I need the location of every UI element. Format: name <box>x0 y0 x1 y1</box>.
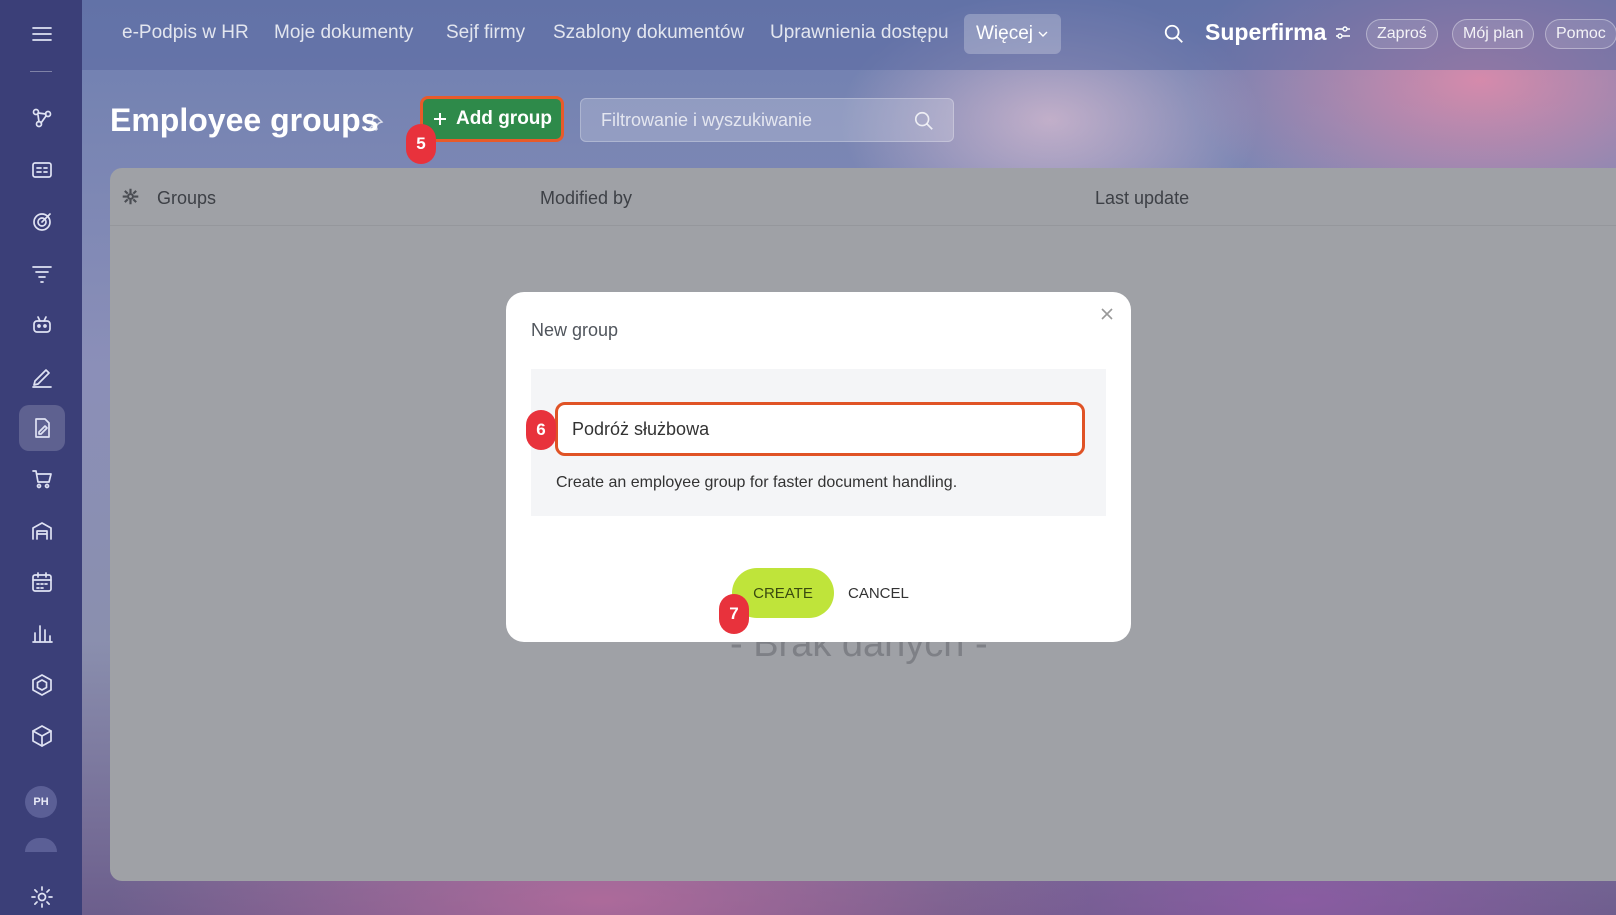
avatar-initials: PH <box>33 796 49 808</box>
calendar-icon[interactable] <box>19 559 65 605</box>
step-badge-6: 6 <box>526 410 556 450</box>
column-modified-by[interactable]: Modified by <box>540 188 632 209</box>
gear-icon[interactable] <box>19 874 65 915</box>
dialog-title: New group <box>531 320 619 340</box>
pen-icon[interactable] <box>19 354 65 400</box>
brand[interactable]: Superfirma <box>1205 19 1352 46</box>
robot-icon[interactable] <box>19 302 65 348</box>
page-title: Employee groups <box>110 102 379 138</box>
filter-placeholder: Filtrowanie i wyszukiwanie <box>601 109 813 130</box>
add-group-label: Add group <box>455 108 553 129</box>
step-badge-7: 7 <box>719 594 749 634</box>
chevron-down-icon <box>1038 31 1048 37</box>
group-name-input[interactable]: Podróż służbowa <box>555 402 1085 456</box>
avatar[interactable]: PH <box>25 786 57 818</box>
warehouse-icon[interactable] <box>19 508 65 554</box>
plus-icon <box>433 113 446 125</box>
pin-icon[interactable] <box>366 114 384 132</box>
flow-icon[interactable] <box>19 95 65 141</box>
left-sidebar: PH <box>0 0 82 915</box>
settings-sliders-icon[interactable] <box>1334 24 1352 42</box>
funnel-icon[interactable] <box>19 251 65 297</box>
my-plan-label: Mój plan <box>1463 25 1524 42</box>
search-icon[interactable] <box>1163 23 1185 45</box>
nav-item-sejf-firmy[interactable]: Sejf firmy <box>446 22 525 44</box>
avatar-partial[interactable] <box>25 838 57 852</box>
brand-name: Superfirma <box>1205 19 1327 45</box>
menu-icon[interactable] <box>19 11 65 57</box>
column-last-update[interactable]: Last update <box>1095 188 1189 209</box>
nav-more-button[interactable]: Więcej <box>964 14 1061 54</box>
box-icon[interactable] <box>19 713 65 759</box>
nav-item-uprawnienia[interactable]: Uprawnienia dostępu <box>770 22 949 44</box>
column-groups[interactable]: Groups <box>157 188 216 209</box>
nav-item-szablony[interactable]: Szablony dokumentów <box>553 22 744 44</box>
nav-more-label: Więcej <box>975 23 1033 44</box>
id-card-icon[interactable] <box>19 147 65 193</box>
cancel-label: CANCEL <box>848 584 909 602</box>
sidebar-divider <box>30 71 52 72</box>
filter-search-input[interactable]: Filtrowanie i wyszukiwanie <box>580 98 954 142</box>
table-header: Groups Modified by Last update <box>110 168 1616 226</box>
group-name-value: Podróż służbowa <box>572 418 710 439</box>
hexagon-icon[interactable] <box>19 662 65 708</box>
cart-icon[interactable] <box>19 456 65 502</box>
close-icon[interactable] <box>1099 306 1115 322</box>
new-group-dialog: New group Podróż służbowa Create an empl… <box>506 292 1131 642</box>
create-label: CREATE <box>753 584 813 602</box>
sign-document-icon[interactable] <box>19 405 65 451</box>
nav-item-moje-dokumenty[interactable]: Moje dokumenty <box>274 22 413 44</box>
invite-button[interactable]: Zaproś <box>1366 19 1438 49</box>
table-settings-icon[interactable] <box>122 188 139 205</box>
target-icon[interactable] <box>19 199 65 245</box>
add-group-button[interactable]: Add group <box>420 96 564 142</box>
dialog-hint: Create an employee group for faster docu… <box>556 474 958 491</box>
search-icon[interactable] <box>913 110 935 132</box>
dialog-body: Podróż służbowa Create an employee group… <box>531 369 1106 516</box>
my-plan-button[interactable]: Mój plan <box>1452 19 1535 49</box>
help-button[interactable]: Pomoc <box>1545 19 1616 49</box>
invite-label: Zaproś <box>1377 25 1427 42</box>
help-label: Pomoc <box>1556 25 1606 42</box>
nav-item-e-podpis[interactable]: e-Podpis w HR <box>122 22 249 44</box>
bar-chart-icon[interactable] <box>19 610 65 656</box>
step-badge-5: 5 <box>406 124 436 164</box>
cancel-button[interactable]: CANCEL <box>848 568 909 618</box>
